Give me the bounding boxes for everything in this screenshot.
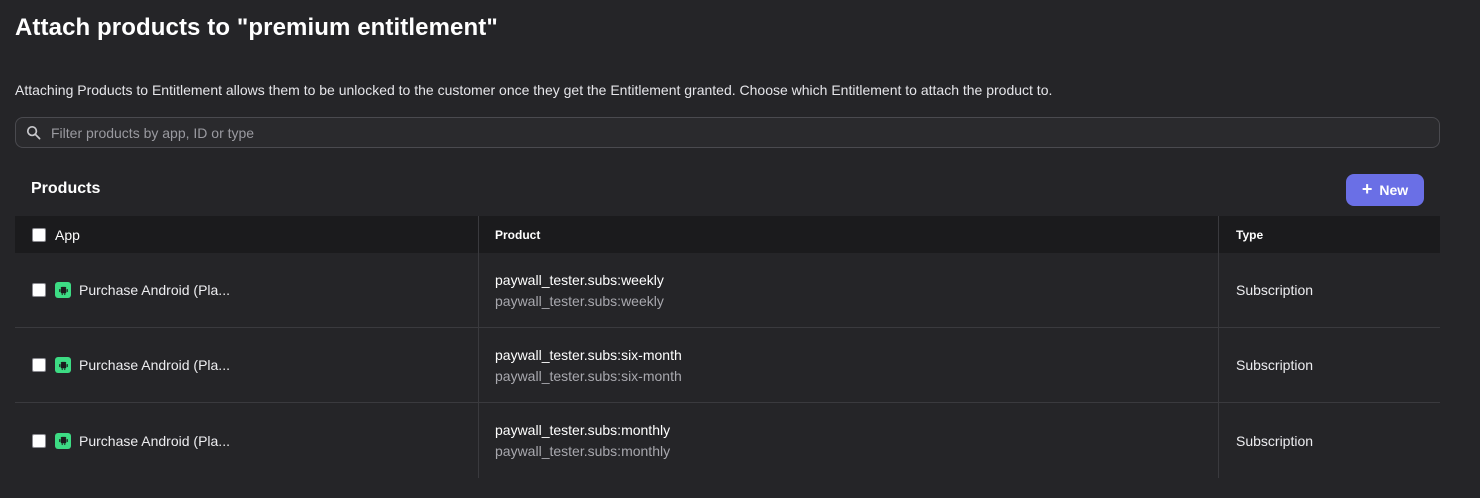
app-cell: Purchase Android (Pla... (15, 403, 479, 478)
android-icon (55, 432, 71, 449)
new-product-button[interactable]: + New (1346, 174, 1424, 206)
column-header-app-label: App (55, 226, 80, 243)
app-cell: Purchase Android (Pla... (15, 253, 479, 327)
product-cell: paywall_tester.subs:monthly paywall_test… (479, 403, 1219, 478)
column-header-type: Type (1236, 227, 1264, 242)
product-identifier: paywall_tester.subs:six-month (495, 367, 682, 384)
search-input[interactable] (51, 124, 1439, 141)
table-row[interactable]: Purchase Android (Pla... paywall_tester.… (15, 328, 1440, 403)
products-section-title: Products (31, 180, 101, 197)
table-row[interactable]: Purchase Android (Pla... paywall_tester.… (15, 253, 1440, 328)
type-cell: Subscription (1236, 282, 1314, 298)
product-name: paywall_tester.subs:weekly (495, 271, 664, 288)
search-icon (26, 125, 41, 140)
attach-products-page: Attach products to "premium entitlement"… (0, 0, 1480, 498)
product-identifier: paywall_tester.subs:weekly (495, 292, 664, 309)
product-identifier: paywall_tester.subs:monthly (495, 443, 671, 459)
android-icon (55, 282, 71, 298)
column-header-app: App (15, 216, 479, 253)
product-cell: paywall_tester.subs:weekly paywall_teste… (479, 253, 1219, 327)
product-name: paywall_tester.subs:six-month (495, 346, 682, 363)
row-checkbox[interactable] (32, 358, 46, 372)
product-cell: paywall_tester.subs:six-month paywall_te… (479, 328, 1219, 402)
new-button-label: New (1379, 182, 1409, 198)
products-table: App Product Type Purchase Android (Pla..… (15, 216, 1440, 478)
app-name: Purchase Android (Pla... (79, 432, 230, 449)
type-cell: Subscription (1236, 432, 1314, 449)
type-cell: Subscription (1236, 357, 1314, 373)
product-name: paywall_tester.subs:monthly (495, 422, 671, 438)
app-cell: Purchase Android (Pla... (15, 328, 479, 402)
row-checkbox[interactable] (32, 283, 46, 297)
table-header: App Product Type (15, 216, 1440, 253)
search-bar[interactable] (15, 117, 1440, 148)
select-all-checkbox[interactable] (32, 227, 46, 242)
page-description: Attaching Products to Entitlement allows… (15, 82, 1053, 98)
row-checkbox[interactable] (32, 433, 46, 448)
app-name: Purchase Android (Pla... (79, 282, 230, 298)
app-name: Purchase Android (Pla... (79, 357, 230, 373)
android-icon (55, 357, 71, 373)
plus-icon: + (1361, 179, 1373, 199)
table-row[interactable]: Purchase Android (Pla... paywall_tester.… (15, 403, 1440, 478)
column-header-product: Product (479, 216, 1219, 253)
page-title: Attach products to "premium entitlement" (15, 14, 498, 41)
